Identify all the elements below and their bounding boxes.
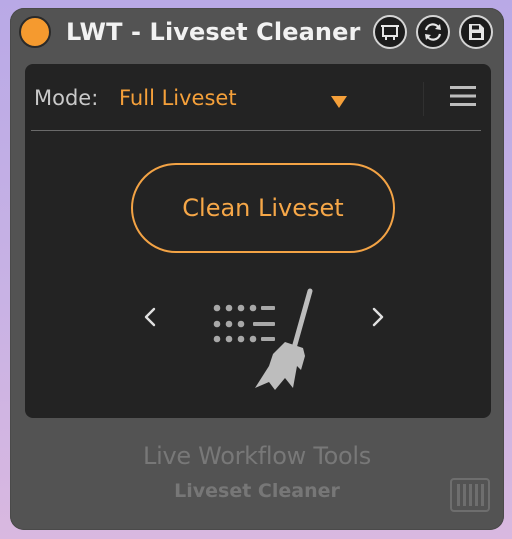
freeze-icon[interactable]: [373, 15, 407, 49]
header-divider: [423, 82, 424, 116]
broom-illustration: [213, 288, 313, 390]
dropdown-triangle-icon[interactable]: [330, 95, 348, 109]
clean-liveset-button[interactable]: Clean Liveset: [131, 163, 395, 253]
device-window: LWT - Liveset Cleaner Mode: Full Liveset…: [10, 8, 504, 530]
brand-title: Live Workflow Tools: [143, 442, 371, 470]
title-bar: LWT - Liveset Cleaner: [10, 8, 504, 56]
refresh-icon[interactable]: [416, 15, 450, 49]
dot-grid-icon: [213, 304, 275, 343]
mode-dropdown[interactable]: Full Liveset: [119, 86, 237, 110]
barcode-icon: [450, 478, 490, 512]
product-subtitle: Liveset Cleaner: [174, 480, 340, 502]
window-title: LWT - Liveset Cleaner: [66, 18, 361, 46]
save-icon[interactable]: [459, 15, 493, 49]
hamburger-menu-icon[interactable]: [450, 84, 476, 108]
chevron-right-icon[interactable]: [371, 306, 385, 328]
chevron-left-icon[interactable]: [143, 306, 157, 328]
main-panel: Mode: Full Liveset Clean Liveset: [25, 64, 491, 418]
mode-label: Mode:: [34, 86, 99, 110]
power-toggle[interactable]: [19, 16, 51, 48]
header-rule: [31, 130, 481, 131]
